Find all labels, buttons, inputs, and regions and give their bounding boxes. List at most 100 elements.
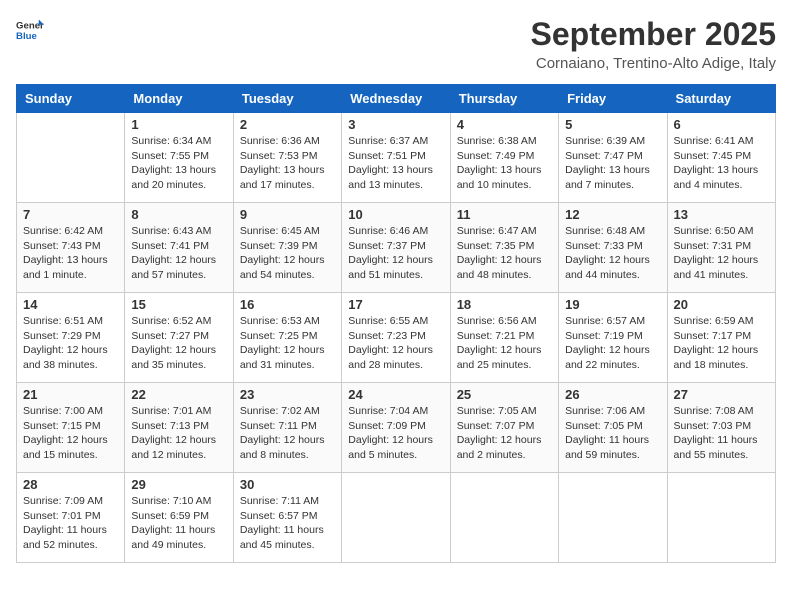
day-info: Sunrise: 7:02 AM Sunset: 7:11 PM Dayligh…	[240, 404, 335, 463]
day-info: Sunrise: 6:55 AM Sunset: 7:23 PM Dayligh…	[348, 314, 443, 373]
day-number: 10	[348, 207, 443, 222]
calendar-cell: 2 Sunrise: 6:36 AM Sunset: 7:53 PM Daylig…	[233, 113, 341, 203]
calendar-cell: 1 Sunrise: 6:34 AM Sunset: 7:55 PM Daylig…	[125, 113, 233, 203]
calendar-cell: 5 Sunrise: 6:39 AM Sunset: 7:47 PM Daylig…	[559, 113, 667, 203]
day-number: 2	[240, 117, 335, 132]
weekday-header-saturday: Saturday	[667, 85, 775, 113]
day-info: Sunrise: 7:09 AM Sunset: 7:01 PM Dayligh…	[23, 494, 118, 553]
day-number: 4	[457, 117, 552, 132]
calendar-cell: 9Sunrise: 6:45 AM Sunset: 7:39 PM Daylig…	[233, 203, 341, 293]
day-info: Sunrise: 6:53 AM Sunset: 7:25 PM Dayligh…	[240, 314, 335, 373]
calendar-cell: 22Sunrise: 7:01 AM Sunset: 7:13 PM Dayli…	[125, 383, 233, 473]
calendar-cell	[450, 473, 558, 563]
calendar-week-4: 21 Sunrise: 7:00 AM Sunset: 7:15 PM Dayli…	[17, 383, 776, 473]
day-info: Sunrise: 6:36 AM Sunset: 7:53 PM Dayligh…	[240, 134, 335, 193]
calendar-cell	[17, 113, 125, 203]
title-area: September 2025 Cornaiano, Trentino-Alto …	[531, 16, 776, 72]
day-info: Sunrise: 7:10 AM Sunset: 6:59 PM Dayligh…	[131, 494, 226, 553]
calendar-cell: 21 Sunrise: 7:00 AM Sunset: 7:15 PM Dayli…	[17, 383, 125, 473]
day-number: 16	[240, 297, 335, 312]
calendar-cell: 26Sunrise: 7:06 AM Sunset: 7:05 PM Dayli…	[559, 383, 667, 473]
calendar-cell	[342, 473, 450, 563]
calendar-cell: 11Sunrise: 6:47 AM Sunset: 7:35 PM Dayli…	[450, 203, 558, 293]
weekday-header-thursday: Thursday	[450, 85, 558, 113]
weekday-header-sunday: Sunday	[17, 85, 125, 113]
day-number: 25	[457, 387, 552, 402]
calendar-week-3: 14Sunrise: 6:51 AM Sunset: 7:29 PM Dayli…	[17, 293, 776, 383]
day-number: 8	[131, 207, 226, 222]
day-info: Sunrise: 7:06 AM Sunset: 7:05 PM Dayligh…	[565, 404, 660, 463]
calendar-cell: 27 Sunrise: 7:08 AM Sunset: 7:03 PM Dayli…	[667, 383, 775, 473]
day-info: Sunrise: 6:41 AM Sunset: 7:45 PM Dayligh…	[674, 134, 769, 193]
day-number: 21	[23, 387, 118, 402]
day-number: 6	[674, 117, 769, 132]
day-number: 5	[565, 117, 660, 132]
day-info: Sunrise: 6:34 AM Sunset: 7:55 PM Dayligh…	[131, 134, 226, 193]
calendar-cell: 15Sunrise: 6:52 AM Sunset: 7:27 PM Dayli…	[125, 293, 233, 383]
logo: General Blue	[16, 16, 44, 44]
day-number: 20	[674, 297, 769, 312]
day-info: Sunrise: 7:11 AM Sunset: 6:57 PM Dayligh…	[240, 494, 335, 553]
weekday-header-wednesday: Wednesday	[342, 85, 450, 113]
day-info: Sunrise: 7:04 AM Sunset: 7:09 PM Dayligh…	[348, 404, 443, 463]
day-number: 1	[131, 117, 226, 132]
calendar-cell: 29 Sunrise: 7:10 AM Sunset: 6:59 PM Dayli…	[125, 473, 233, 563]
calendar-cell: 12 Sunrise: 6:48 AM Sunset: 7:33 PM Dayli…	[559, 203, 667, 293]
weekday-header-monday: Monday	[125, 85, 233, 113]
day-number: 29	[131, 477, 226, 492]
day-info: Sunrise: 6:42 AM Sunset: 7:43 PM Dayligh…	[23, 224, 118, 283]
day-number: 23	[240, 387, 335, 402]
day-number: 24	[348, 387, 443, 402]
calendar-cell: 10 Sunrise: 6:46 AM Sunset: 7:37 PM Dayli…	[342, 203, 450, 293]
calendar-cell	[559, 473, 667, 563]
day-number: 30	[240, 477, 335, 492]
day-info: Sunrise: 7:01 AM Sunset: 7:13 PM Dayligh…	[131, 404, 226, 463]
calendar-cell: 23 Sunrise: 7:02 AM Sunset: 7:11 PM Dayli…	[233, 383, 341, 473]
day-number: 27	[674, 387, 769, 402]
calendar-cell: 30 Sunrise: 7:11 AM Sunset: 6:57 PM Dayli…	[233, 473, 341, 563]
calendar-cell: 13 Sunrise: 6:50 AM Sunset: 7:31 PM Dayli…	[667, 203, 775, 293]
calendar-week-2: 7 Sunrise: 6:42 AM Sunset: 7:43 PM Daylig…	[17, 203, 776, 293]
calendar-cell: 17 Sunrise: 6:55 AM Sunset: 7:23 PM Dayli…	[342, 293, 450, 383]
calendar-cell: 25 Sunrise: 7:05 AM Sunset: 7:07 PM Dayli…	[450, 383, 558, 473]
weekday-header-tuesday: Tuesday	[233, 85, 341, 113]
day-info: Sunrise: 6:43 AM Sunset: 7:41 PM Dayligh…	[131, 224, 226, 283]
day-info: Sunrise: 7:00 AM Sunset: 7:15 PM Dayligh…	[23, 404, 118, 463]
svg-text:Blue: Blue	[16, 31, 37, 42]
day-info: Sunrise: 7:05 AM Sunset: 7:07 PM Dayligh…	[457, 404, 552, 463]
day-info: Sunrise: 6:37 AM Sunset: 7:51 PM Dayligh…	[348, 134, 443, 193]
day-info: Sunrise: 6:59 AM Sunset: 7:17 PM Dayligh…	[674, 314, 769, 373]
month-title: September 2025	[531, 16, 776, 53]
day-number: 3	[348, 117, 443, 132]
calendar-cell: 4Sunrise: 6:38 AM Sunset: 7:49 PM Daylig…	[450, 113, 558, 203]
day-number: 18	[457, 297, 552, 312]
day-number: 7	[23, 207, 118, 222]
calendar-cell: 19Sunrise: 6:57 AM Sunset: 7:19 PM Dayli…	[559, 293, 667, 383]
calendar-body: 1 Sunrise: 6:34 AM Sunset: 7:55 PM Daylig…	[17, 113, 776, 563]
calendar-cell: 20 Sunrise: 6:59 AM Sunset: 7:17 PM Dayli…	[667, 293, 775, 383]
day-info: Sunrise: 6:46 AM Sunset: 7:37 PM Dayligh…	[348, 224, 443, 283]
day-info: Sunrise: 6:52 AM Sunset: 7:27 PM Dayligh…	[131, 314, 226, 373]
calendar-cell: 28 Sunrise: 7:09 AM Sunset: 7:01 PM Dayli…	[17, 473, 125, 563]
page-header: General Blue September 2025 Cornaiano, T…	[16, 16, 776, 72]
calendar-week-1: 1 Sunrise: 6:34 AM Sunset: 7:55 PM Daylig…	[17, 113, 776, 203]
day-number: 13	[674, 207, 769, 222]
day-number: 17	[348, 297, 443, 312]
day-info: Sunrise: 6:50 AM Sunset: 7:31 PM Dayligh…	[674, 224, 769, 283]
calendar-cell: 18Sunrise: 6:56 AM Sunset: 7:21 PM Dayli…	[450, 293, 558, 383]
calendar-week-5: 28 Sunrise: 7:09 AM Sunset: 7:01 PM Dayli…	[17, 473, 776, 563]
calendar-table: SundayMondayTuesdayWednesdayThursdayFrid…	[16, 84, 776, 563]
logo-icon: General Blue	[16, 16, 44, 44]
day-info: Sunrise: 6:47 AM Sunset: 7:35 PM Dayligh…	[457, 224, 552, 283]
calendar-cell: 16 Sunrise: 6:53 AM Sunset: 7:25 PM Dayli…	[233, 293, 341, 383]
calendar-cell: 6 Sunrise: 6:41 AM Sunset: 7:45 PM Daylig…	[667, 113, 775, 203]
day-info: Sunrise: 6:39 AM Sunset: 7:47 PM Dayligh…	[565, 134, 660, 193]
day-number: 9	[240, 207, 335, 222]
day-number: 12	[565, 207, 660, 222]
day-info: Sunrise: 7:08 AM Sunset: 7:03 PM Dayligh…	[674, 404, 769, 463]
calendar-cell: 24 Sunrise: 7:04 AM Sunset: 7:09 PM Dayli…	[342, 383, 450, 473]
day-info: Sunrise: 6:57 AM Sunset: 7:19 PM Dayligh…	[565, 314, 660, 373]
location-title: Cornaiano, Trentino-Alto Adige, Italy	[531, 55, 776, 72]
day-number: 28	[23, 477, 118, 492]
day-info: Sunrise: 6:48 AM Sunset: 7:33 PM Dayligh…	[565, 224, 660, 283]
